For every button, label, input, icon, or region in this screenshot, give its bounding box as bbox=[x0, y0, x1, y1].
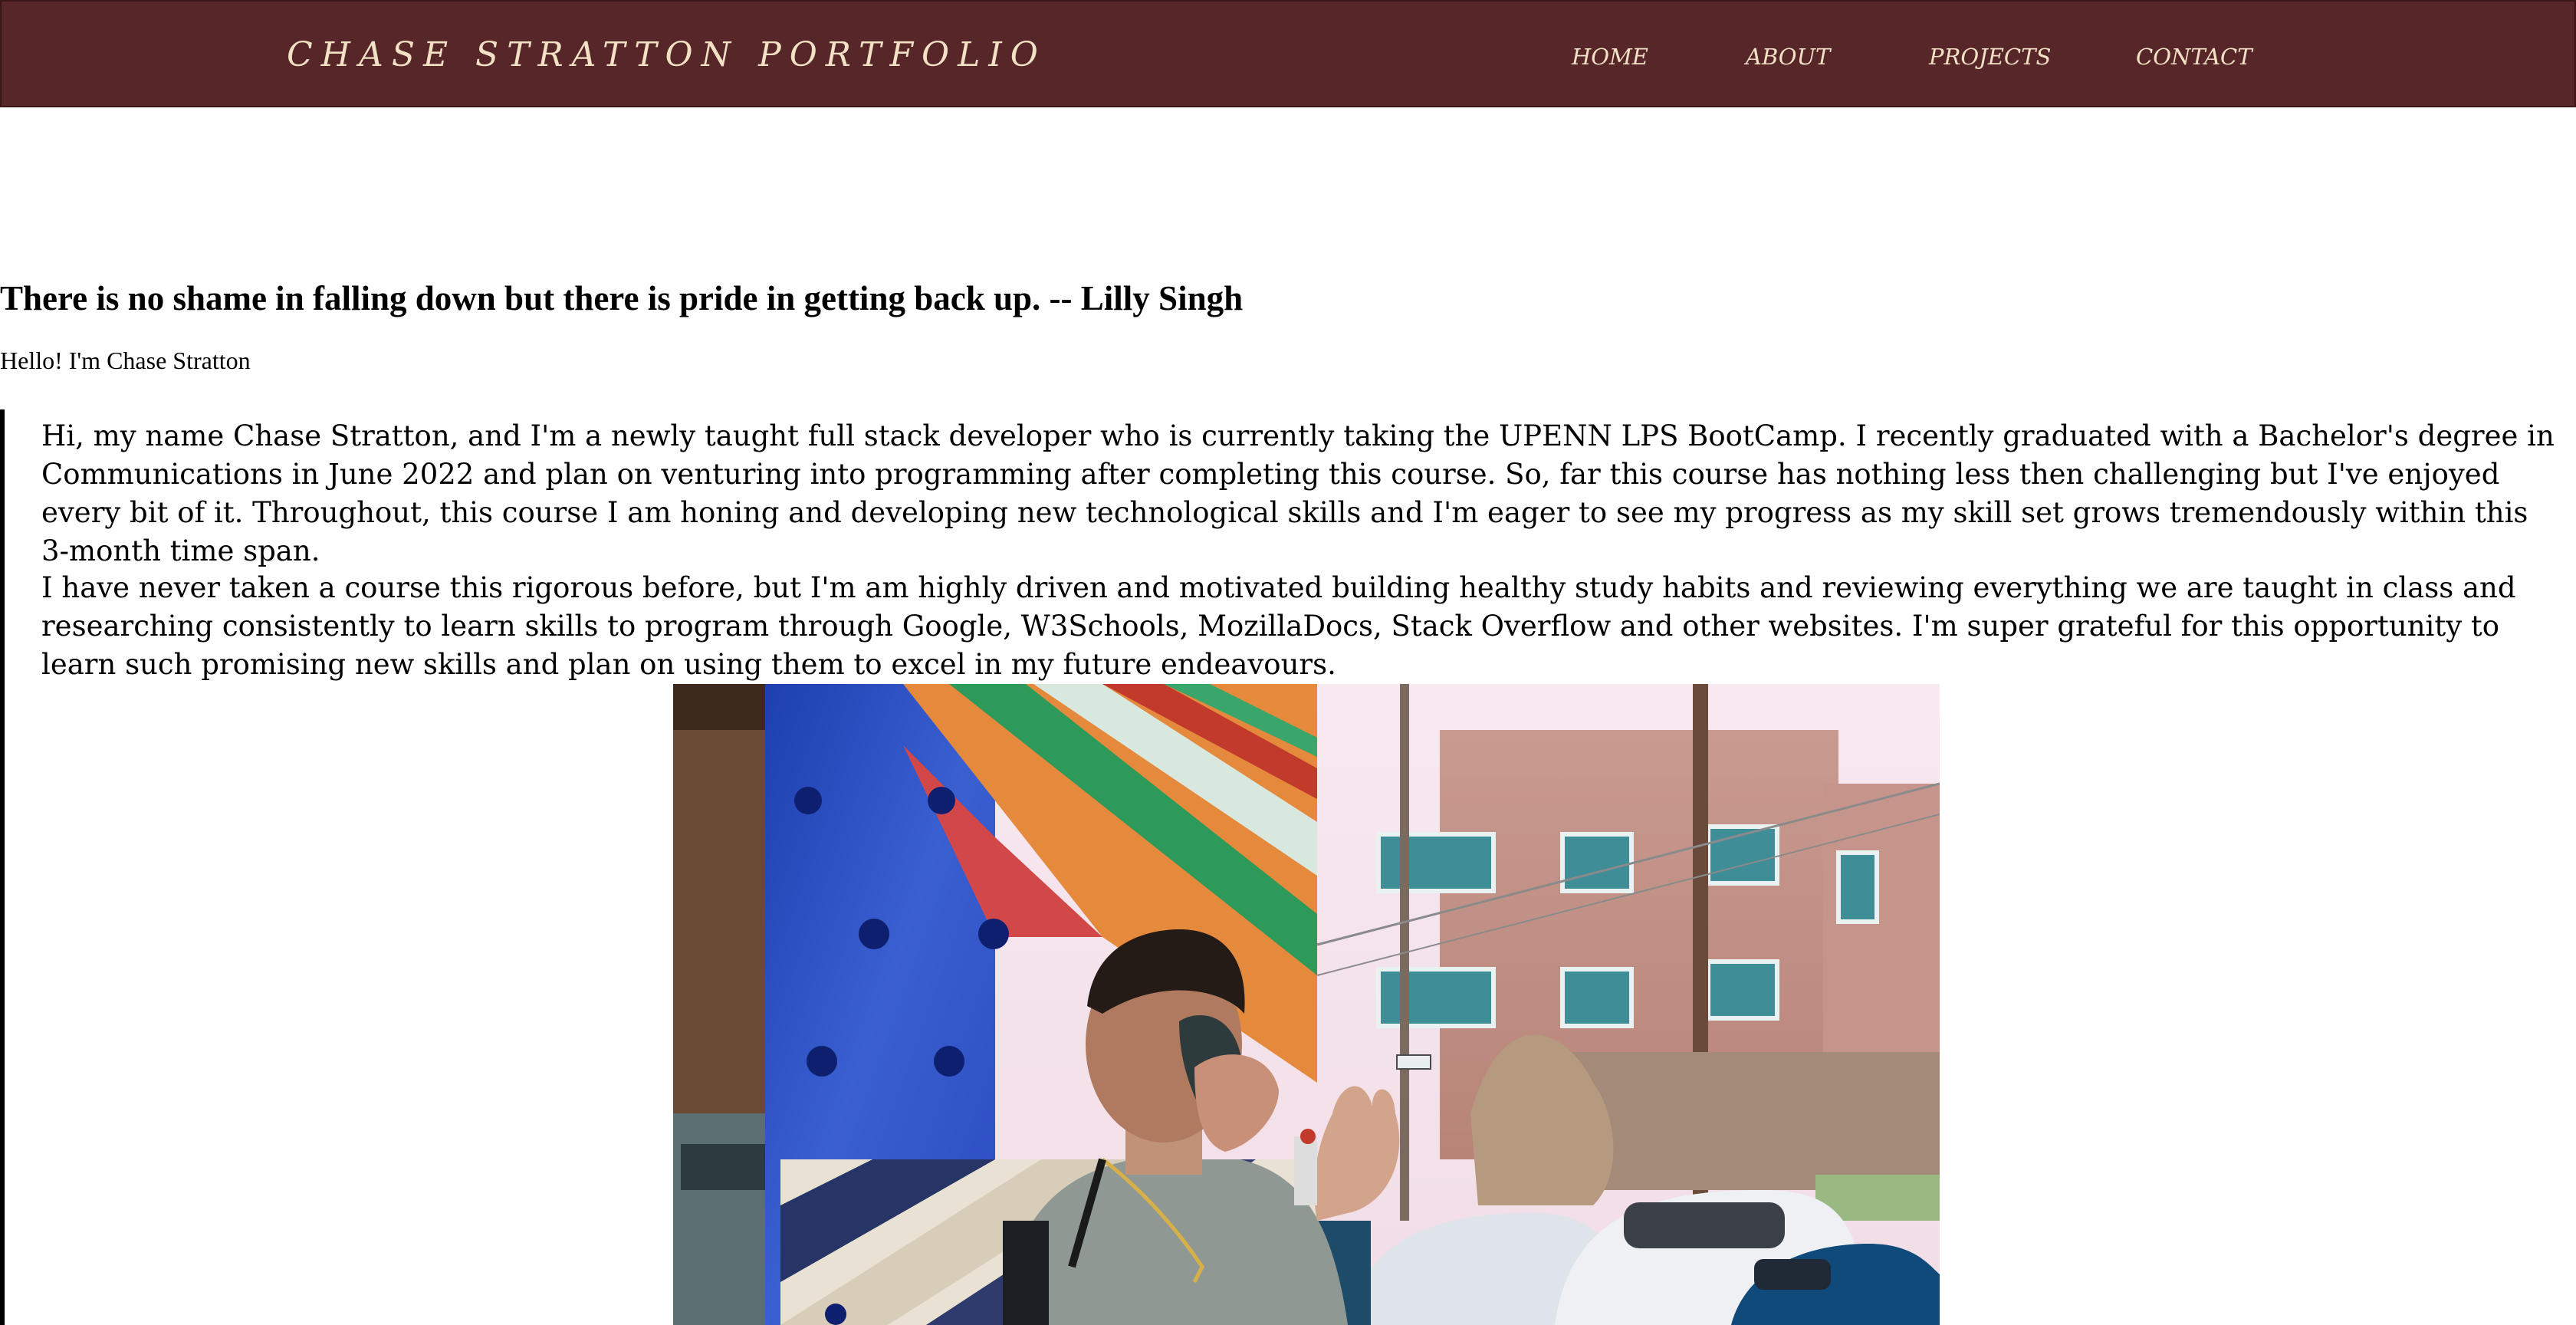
nav-link-home[interactable]: HOME bbox=[1572, 41, 1648, 72]
nav-link-contact[interactable]: CONTACT bbox=[2136, 41, 2252, 72]
greeting-text: Hello! I'm Chase Stratton bbox=[0, 347, 251, 374]
profile-photo bbox=[673, 684, 1940, 1325]
about-section: Hi, my name Chase Stratton, and I'm a ne… bbox=[0, 409, 2576, 1325]
navbar: CHASE STRATTON PORTFOLIO HOME ABOUT PROJ… bbox=[0, 0, 2576, 107]
nav-link-projects[interactable]: PROJECTS bbox=[1929, 41, 2051, 72]
about-paragraph-1: Hi, my name Chase Stratton, and I'm a ne… bbox=[41, 419, 2555, 567]
hero-quote: There is no shame in falling down but th… bbox=[0, 279, 1244, 317]
nav-link-about[interactable]: ABOUT bbox=[1746, 41, 1830, 72]
about-paragraph-2: I have never taken a course this rigorou… bbox=[41, 571, 2516, 681]
site-title: CHASE STRATTON PORTFOLIO bbox=[287, 35, 1046, 74]
